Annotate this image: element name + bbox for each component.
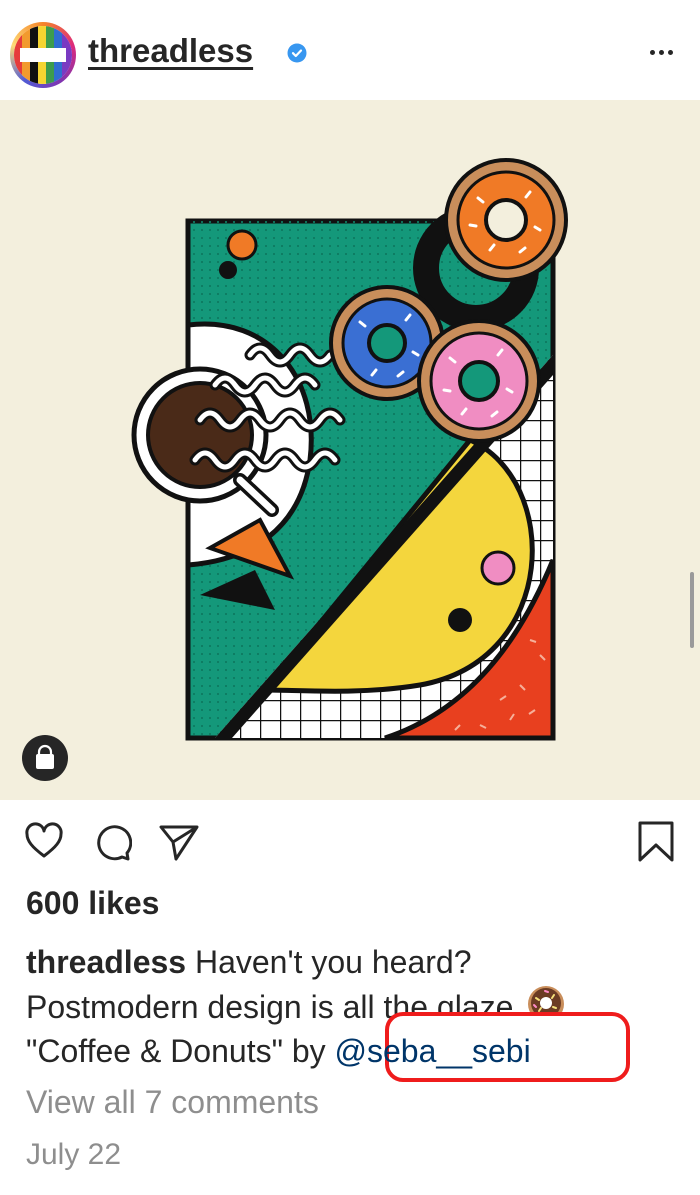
view-comments-link[interactable]: View all 7 comments (26, 1084, 319, 1121)
post-date: July 22 (26, 1138, 122, 1171)
paper-plane-icon[interactable] (158, 822, 200, 862)
more-options-icon[interactable] (636, 34, 686, 68)
caption-line-3: "Coffee & Donuts" by (26, 1033, 335, 1069)
avatar[interactable] (10, 22, 76, 88)
likes-count[interactable]: 600 likes (26, 885, 159, 922)
verified-badge-icon (287, 43, 307, 63)
comment-icon[interactable] (92, 822, 132, 862)
artwork-image (131, 158, 568, 741)
username-link[interactable]: threadless (88, 32, 253, 70)
shopping-bag-icon[interactable] (22, 735, 68, 781)
mention-link[interactable]: @seba__sebi (335, 1033, 531, 1069)
scrollbar-thumb[interactable] (690, 572, 694, 648)
avatar-image (14, 26, 72, 84)
caption-line-1: Haven't you heard? (186, 944, 472, 980)
caption-author[interactable]: threadless (26, 944, 186, 980)
heart-icon[interactable] (24, 822, 64, 862)
post-image[interactable] (0, 100, 700, 800)
bookmark-icon[interactable] (636, 820, 676, 864)
post-header: threadless (0, 0, 700, 100)
